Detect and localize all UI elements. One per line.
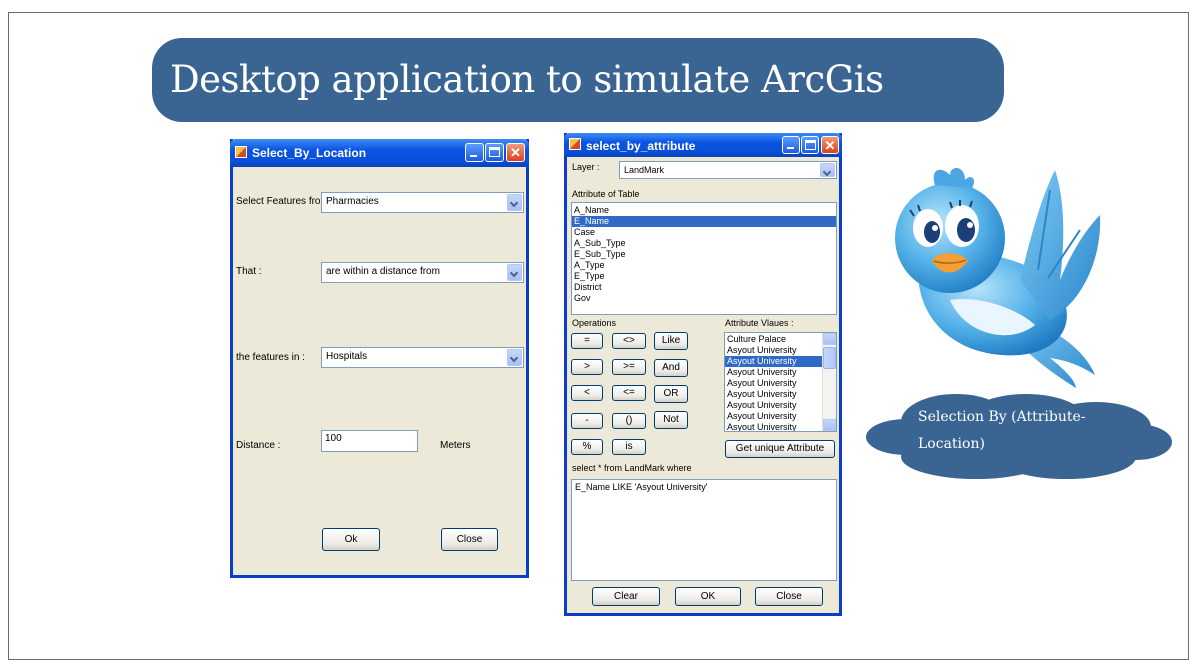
get-unique-attribute-button[interactable]: Get unique Attribute bbox=[725, 440, 835, 458]
bird-illustration bbox=[895, 168, 1101, 388]
list-item[interactable]: Asyout University bbox=[725, 422, 836, 431]
query-prefix-label: select * from LandMark where bbox=[572, 463, 692, 473]
operator-and-button[interactable]: And bbox=[654, 359, 688, 377]
distance-unit-label: Meters bbox=[440, 440, 471, 451]
select-features-label: Select Features from : bbox=[236, 196, 335, 207]
list-item-selected[interactable]: Asyout University bbox=[725, 356, 822, 367]
scroll-up-icon[interactable] bbox=[823, 333, 836, 345]
attribute-table-label: Attribute of Table bbox=[572, 189, 640, 199]
list-item[interactable]: E_Type bbox=[572, 271, 836, 282]
location-window-title: Select_By_Location bbox=[252, 146, 367, 160]
chevron-down-icon[interactable] bbox=[507, 264, 522, 281]
app-icon bbox=[235, 146, 247, 158]
list-item[interactable]: Culture Palace bbox=[725, 334, 836, 345]
features-in-dropdown[interactable]: Hospitals bbox=[321, 347, 524, 368]
operator-less-equal-button[interactable]: <= bbox=[612, 385, 646, 401]
maximize-button[interactable] bbox=[801, 136, 819, 154]
operator-minus-button[interactable]: - bbox=[571, 413, 603, 429]
operator-less-button[interactable]: < bbox=[571, 385, 603, 401]
operations-label: Operations bbox=[572, 318, 617, 328]
location-titlebar[interactable]: Select_By_Location ✕ bbox=[230, 139, 529, 167]
maximize-button[interactable] bbox=[485, 143, 504, 162]
close-button[interactable]: Close bbox=[755, 587, 823, 606]
minimize-button[interactable] bbox=[465, 143, 484, 162]
features-in-label: the features in : bbox=[236, 352, 305, 363]
attribute-titlebar[interactable]: select_by_attribute ✕ bbox=[564, 133, 842, 157]
operator-or-button[interactable]: OR bbox=[654, 385, 688, 403]
operator-not-button[interactable]: Not bbox=[654, 411, 688, 429]
select-by-location-window: Select_By_Location ✕ Select Features fro… bbox=[230, 139, 529, 578]
chevron-down-icon[interactable] bbox=[820, 163, 835, 177]
list-item[interactable]: Gov bbox=[572, 293, 836, 304]
list-item[interactable]: District bbox=[572, 282, 836, 293]
close-window-button[interactable]: ✕ bbox=[821, 136, 839, 154]
scrollbar-thumb[interactable] bbox=[823, 347, 836, 369]
list-item[interactable]: A_Name bbox=[572, 205, 836, 216]
close-window-button[interactable]: ✕ bbox=[506, 143, 525, 162]
select-by-attribute-window: select_by_attribute ✕ Layer : LandMark A… bbox=[564, 133, 842, 616]
close-icon: ✕ bbox=[510, 145, 521, 160]
close-icon: ✕ bbox=[824, 138, 836, 153]
layer-dropdown[interactable]: LandMark bbox=[619, 161, 837, 179]
operator-is-button[interactable]: is bbox=[612, 439, 646, 455]
list-item[interactable]: Asyout University bbox=[725, 378, 836, 389]
values-scrollbar[interactable] bbox=[822, 333, 836, 431]
list-item[interactable]: A_Type bbox=[572, 260, 836, 271]
minimize-button[interactable] bbox=[782, 136, 800, 154]
list-item-selected[interactable]: E_Name bbox=[572, 216, 836, 227]
select-features-dropdown[interactable]: Pharmacies bbox=[321, 192, 524, 213]
list-item[interactable]: Asyout University bbox=[725, 389, 836, 400]
list-item[interactable]: A_Sub_Type bbox=[572, 238, 836, 249]
attribute-values-listbox[interactable]: Culture Palace Asyout University Asyout … bbox=[724, 332, 837, 432]
operator-equals-button[interactable]: = bbox=[571, 333, 603, 349]
ok-button[interactable]: Ok bbox=[322, 528, 380, 551]
slide-title-banner: Desktop application to simulate ArcGis p… bbox=[152, 38, 1004, 185]
minimize-icon bbox=[787, 147, 794, 149]
select-features-value: Pharmacies bbox=[326, 196, 379, 207]
minimize-icon bbox=[470, 155, 477, 157]
operator-percent-button[interactable]: % bbox=[571, 439, 603, 455]
attribute-values-label: Attribute Vlaues : bbox=[725, 318, 794, 328]
features-in-value: Hospitals bbox=[326, 351, 368, 362]
list-item[interactable]: Case bbox=[572, 227, 836, 238]
layer-label: Layer : bbox=[572, 162, 600, 172]
scroll-down-icon[interactable] bbox=[823, 419, 836, 431]
that-label: That : bbox=[236, 266, 262, 277]
attribute-listbox[interactable]: A_Name E_Name Case A_Sub_Type E_Sub_Type… bbox=[571, 202, 837, 315]
close-button[interactable]: Close bbox=[441, 528, 498, 551]
operator-parentheses-button[interactable]: () bbox=[612, 413, 646, 429]
distance-input[interactable]: 100 bbox=[321, 430, 418, 452]
maximize-icon bbox=[489, 147, 500, 157]
operator-not-equal-button[interactable]: <> bbox=[612, 333, 646, 349]
query-textarea[interactable]: E_Name LIKE 'Asyout University' bbox=[571, 479, 837, 581]
app-icon bbox=[569, 138, 581, 150]
clear-button[interactable]: Clear bbox=[592, 587, 660, 606]
operator-greater-equal-button[interactable]: >= bbox=[612, 359, 646, 375]
ok-button[interactable]: OK bbox=[675, 587, 741, 606]
distance-label: Distance : bbox=[236, 440, 281, 451]
maximize-icon bbox=[805, 140, 816, 150]
list-item[interactable]: Asyout University bbox=[725, 367, 836, 378]
relation-value: are within a distance from bbox=[326, 266, 440, 277]
chevron-down-icon[interactable] bbox=[507, 349, 522, 366]
relation-dropdown[interactable]: are within a distance from bbox=[321, 262, 524, 283]
operator-greater-button[interactable]: > bbox=[571, 359, 603, 375]
chevron-down-icon[interactable] bbox=[507, 194, 522, 211]
operator-like-button[interactable]: Like bbox=[654, 332, 688, 350]
list-item[interactable]: Asyout University bbox=[725, 411, 836, 422]
list-item[interactable]: Asyout University bbox=[725, 400, 836, 411]
layer-value: LandMark bbox=[624, 165, 665, 175]
attribute-window-title: select_by_attribute bbox=[586, 139, 696, 153]
list-item[interactable]: Asyout University bbox=[725, 345, 836, 356]
callout-text: Selection By (Attribute-Location) bbox=[918, 409, 1086, 452]
list-item[interactable]: E_Sub_Type bbox=[572, 249, 836, 260]
